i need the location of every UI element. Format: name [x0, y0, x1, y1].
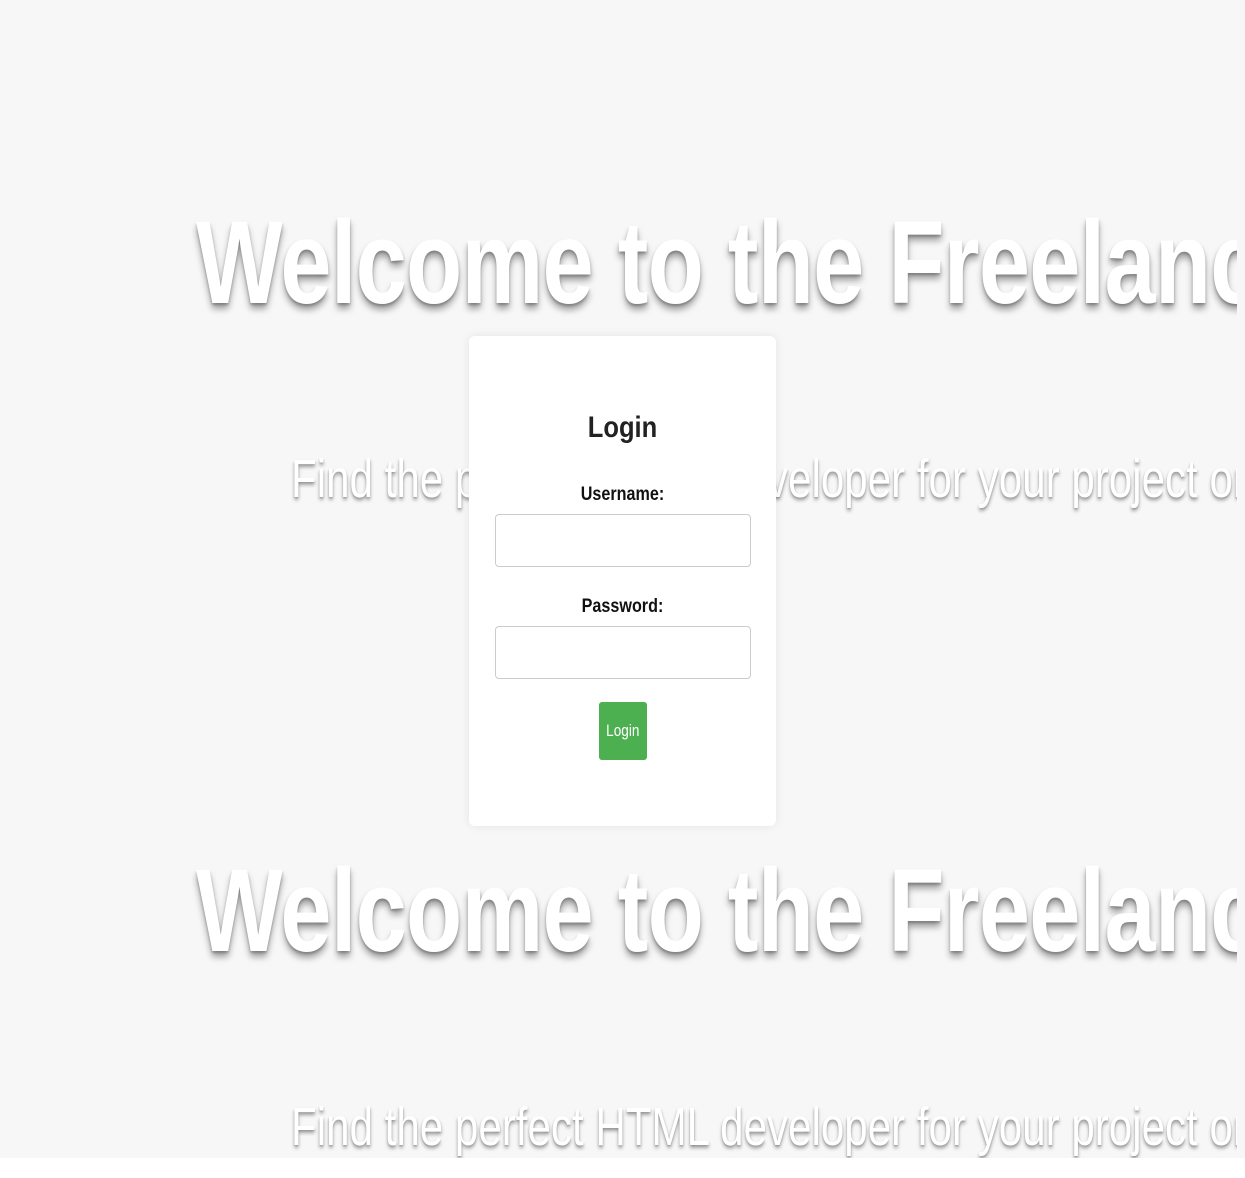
login-button-label: Login: [606, 721, 640, 740]
page-background: Welcome to the Freelancer Find the perfe…: [8, 8, 1237, 1158]
hero-subtitle-repeat: Find the perfect HTML developer for your…: [291, 1097, 1237, 1157]
login-heading: Login: [587, 411, 658, 444]
password-input[interactable]: [495, 626, 751, 679]
username-input[interactable]: [495, 514, 751, 567]
username-label: Username:: [580, 484, 665, 505]
hero-title-repeat: Welcome to the Freelancer: [196, 845, 1237, 977]
login-form: Login Username: Password: Login: [469, 336, 776, 826]
login-button[interactable]: Login: [599, 702, 647, 760]
bottom-strip: [0, 1158, 1245, 1178]
password-label: Password:: [581, 596, 664, 617]
hero-title: Welcome to the Freelancer: [196, 197, 1237, 329]
